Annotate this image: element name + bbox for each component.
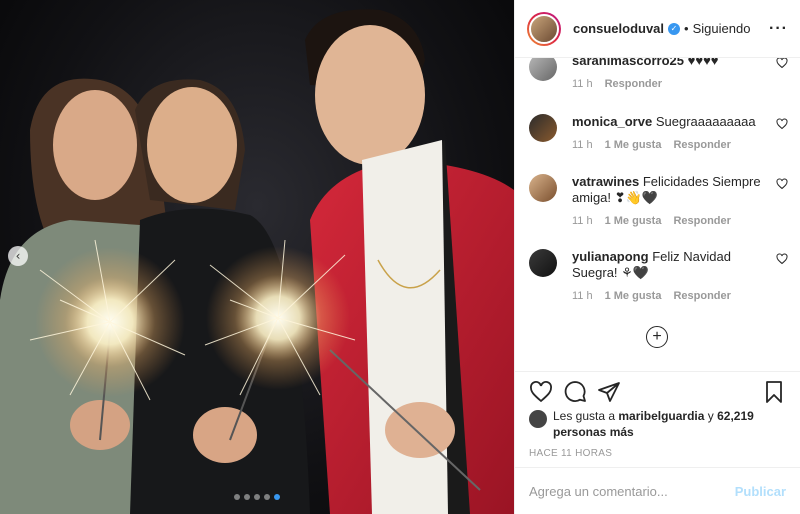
previous-photo-button[interactable]: ‹ xyxy=(8,246,28,266)
comment-item: monica_orve Suegraaaaaaaaa 11 h 1 Me gus… xyxy=(529,114,788,151)
comment-item: yulianapong Feliz Navidad Suegra! ⚘🖤 11 … xyxy=(529,249,788,302)
carousel-dot xyxy=(254,494,260,500)
liker-username[interactable]: maribelguardia xyxy=(618,409,704,423)
carousel-dot xyxy=(264,494,270,500)
post-actions-bar xyxy=(515,371,800,411)
bookmark-icon[interactable] xyxy=(762,380,786,404)
comment-meta: 11 h Responder xyxy=(572,78,788,90)
post-side-panel: consueloduval ✓ • Siguiendo ··· saranima… xyxy=(514,0,800,514)
verified-badge-icon: ✓ xyxy=(668,22,681,35)
carousel-dot-active xyxy=(274,494,280,500)
add-comment-bar: Publicar xyxy=(515,467,800,514)
comment-text: ♥♥♥♥ xyxy=(687,58,719,68)
comment-username[interactable]: vatrawines xyxy=(572,174,639,189)
commenter-avatar[interactable] xyxy=(529,114,557,142)
comment-meta: 11 h 1 Me gusta Responder xyxy=(572,139,788,151)
comment-username[interactable]: saranimascorro25 xyxy=(572,58,684,68)
carousel-dot xyxy=(244,494,250,500)
publish-button[interactable]: Publicar xyxy=(735,484,786,499)
likes-summary: Les gusta a maribelguardia y 62,219 pers… xyxy=(529,408,788,440)
comment-time: 11 h xyxy=(572,290,593,302)
comment-input[interactable] xyxy=(529,483,735,499)
comments-list[interactable]: saranimascorro25 ♥♥♥♥ 11 h Responder mon… xyxy=(515,58,800,371)
hand-middle xyxy=(193,407,257,463)
reply-button[interactable]: Responder xyxy=(673,139,730,151)
person-middle-face xyxy=(147,87,237,203)
more-options-icon[interactable]: ··· xyxy=(769,20,788,38)
person-right-turtleneck xyxy=(362,140,448,514)
commenter-avatar[interactable] xyxy=(529,249,557,277)
comment-meta: 11 h 1 Me gusta Responder xyxy=(572,215,788,227)
hand-left xyxy=(70,400,130,450)
comment-time: 11 h xyxy=(572,215,593,227)
likes-middle: y xyxy=(704,409,718,423)
following-button[interactable]: Siguiendo xyxy=(693,21,751,36)
author-avatar[interactable] xyxy=(527,11,561,46)
liker-avatar[interactable] xyxy=(529,410,547,428)
likes-prefix: Les gusta a xyxy=(553,409,619,423)
reply-button[interactable]: Responder xyxy=(605,78,662,90)
commenter-avatar[interactable] xyxy=(529,174,557,202)
comment-icon[interactable] xyxy=(563,380,587,404)
load-more-comments-button[interactable]: + xyxy=(646,326,668,348)
post-timestamp[interactable]: HACE 11 HORAS xyxy=(529,448,612,459)
post-photo[interactable]: ‹ xyxy=(0,0,514,514)
carousel-dot xyxy=(234,494,240,500)
comment-item: saranimascorro25 ♥♥♥♥ 11 h Responder xyxy=(529,58,788,90)
reply-button[interactable]: Responder xyxy=(673,215,730,227)
comment-like-heart-icon[interactable] xyxy=(776,58,788,69)
comment-text: Suegraaaaaaaaa xyxy=(655,114,756,129)
comment-like-heart-icon[interactable] xyxy=(776,178,788,190)
person-left-face xyxy=(53,90,137,200)
photo-illustration xyxy=(0,9,514,514)
comment-meta: 11 h 1 Me gusta Responder xyxy=(572,290,788,302)
header-separator: • xyxy=(684,21,689,36)
comment-time: 11 h xyxy=(572,139,593,151)
plus-icon: + xyxy=(652,328,662,345)
person-right-face xyxy=(315,25,425,165)
share-icon[interactable] xyxy=(597,380,621,404)
author-username[interactable]: consueloduval xyxy=(573,21,664,36)
post-header: consueloduval ✓ • Siguiendo ··· xyxy=(515,0,800,58)
comment-username[interactable]: yulianapong xyxy=(572,249,649,264)
chevron-left-icon: ‹ xyxy=(15,249,21,263)
comment-likes[interactable]: 1 Me gusta xyxy=(605,215,662,227)
comment-like-heart-icon[interactable] xyxy=(776,253,788,265)
carousel-dots xyxy=(0,494,514,500)
comment-item: vatrawines Felicidades Siempre amiga! ❣👋… xyxy=(529,174,788,227)
comment-username[interactable]: monica_orve xyxy=(572,114,652,129)
commenter-avatar[interactable] xyxy=(529,58,557,81)
comment-likes[interactable]: 1 Me gusta xyxy=(605,290,662,302)
comment-like-heart-icon[interactable] xyxy=(776,118,788,130)
comment-time: 11 h xyxy=(572,78,593,90)
heart-icon[interactable] xyxy=(529,380,553,404)
reply-button[interactable]: Responder xyxy=(673,290,730,302)
comment-likes[interactable]: 1 Me gusta xyxy=(605,139,662,151)
